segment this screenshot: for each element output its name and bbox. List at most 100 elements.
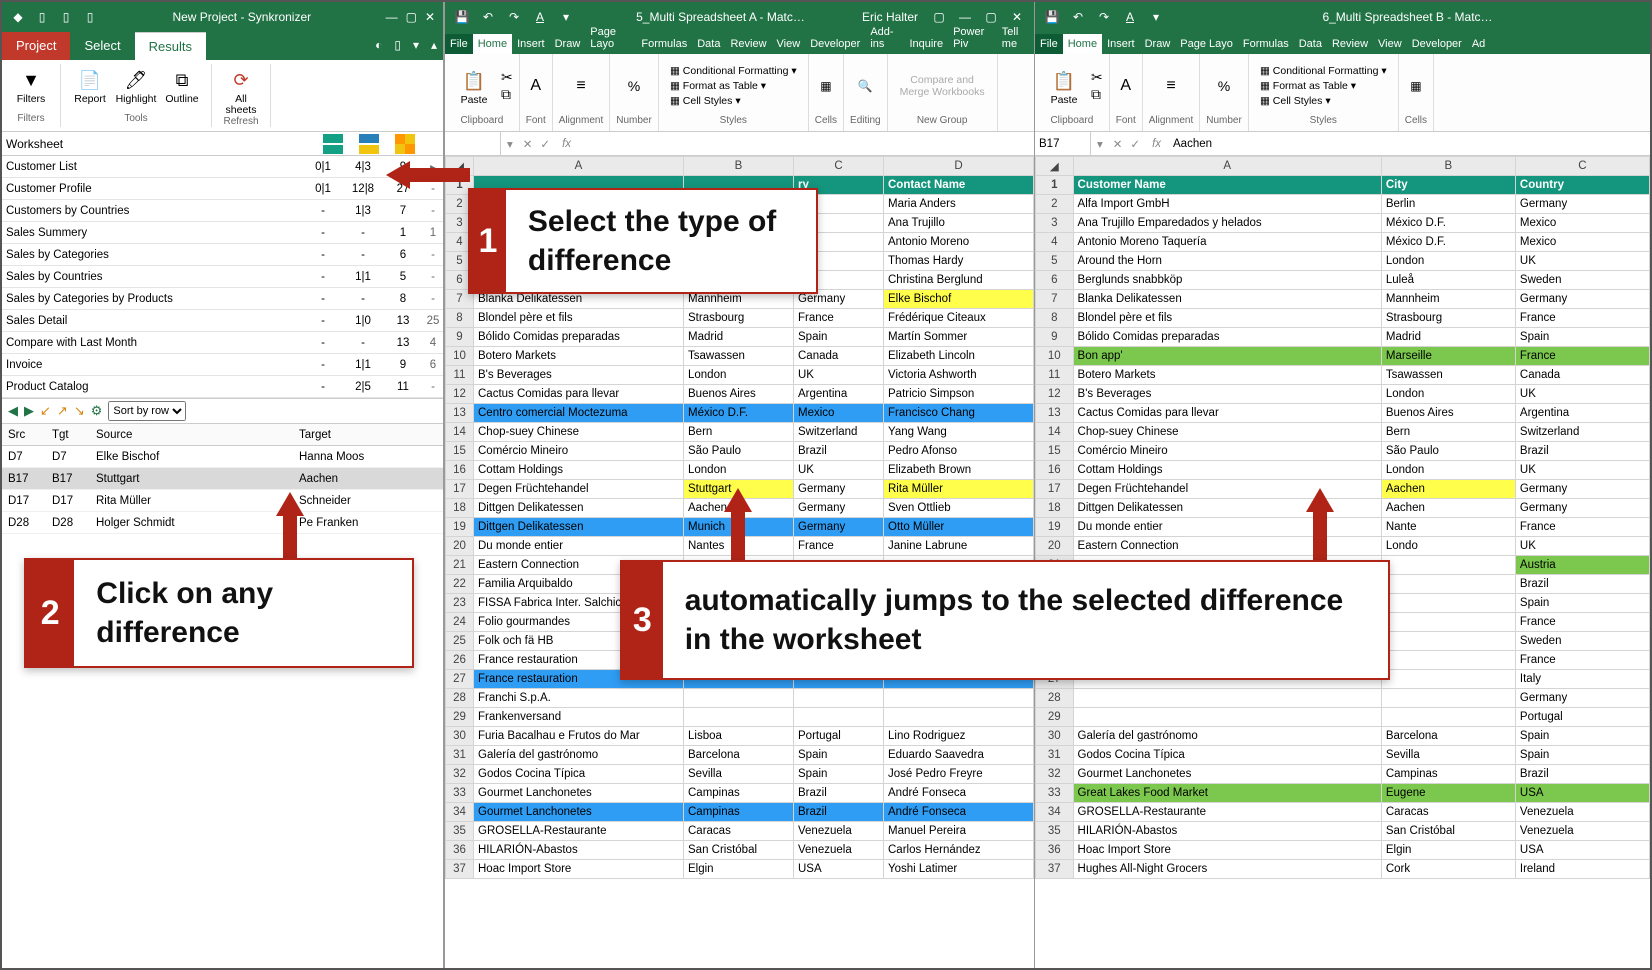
worksheet-list[interactable]: Customer List0|14|39▸Customer Profile0|1…: [2, 156, 443, 398]
cell[interactable]: Blondel père et fils: [1073, 309, 1381, 328]
worksheet-row[interactable]: Invoice-1|196: [2, 354, 443, 376]
cell[interactable]: Lino Rodriguez: [884, 727, 1034, 746]
cell[interactable]: Buenos Aires: [684, 385, 794, 404]
cell[interactable]: Du monde entier: [474, 537, 684, 556]
detail-row[interactable]: D7D7Elke BischofHanna Moos: [2, 446, 443, 468]
redo-icon[interactable]: ↷: [1094, 7, 1114, 27]
cell[interactable]: London: [1381, 252, 1515, 271]
cell[interactable]: Germany: [1515, 290, 1649, 309]
cell[interactable]: Venezuela: [794, 822, 884, 841]
font-icon[interactable]: A: [1120, 7, 1140, 27]
cell[interactable]: Around the Horn: [1073, 252, 1381, 271]
cell[interactable]: Spain: [794, 328, 884, 347]
cell[interactable]: Venezuela: [1515, 822, 1649, 841]
cell[interactable]: Portugal: [794, 727, 884, 746]
cell[interactable]: Franchi S.p.A.: [474, 689, 684, 708]
cell[interactable]: Thomas Hardy: [884, 252, 1034, 271]
cell[interactable]: Switzerland: [794, 423, 884, 442]
cell[interactable]: Caracas: [684, 822, 794, 841]
cell[interactable]: Elke Bischof: [884, 290, 1034, 309]
menu-draw[interactable]: Draw: [550, 34, 586, 54]
menu-formulas[interactable]: Formulas: [636, 34, 692, 54]
cell[interactable]: Buenos Aires: [1381, 404, 1515, 423]
cell[interactable]: Germany: [794, 518, 884, 537]
gear-icon[interactable]: ⚙: [91, 403, 103, 419]
cell[interactable]: [684, 708, 794, 727]
cell[interactable]: Bern: [684, 423, 794, 442]
cell[interactable]: Brazil: [794, 803, 884, 822]
cell[interactable]: Victoria Ashworth: [884, 366, 1034, 385]
cell[interactable]: Argentina: [794, 385, 884, 404]
cell[interactable]: UK: [1515, 385, 1649, 404]
cell[interactable]: Elizabeth Lincoln: [884, 347, 1034, 366]
cell-styles[interactable]: ▦ Cell Styles ▾: [1260, 95, 1331, 107]
cond-fmt[interactable]: ▦ Conditional Formatting ▾: [670, 65, 797, 77]
cell[interactable]: UK: [1515, 537, 1649, 556]
cell[interactable]: Caracas: [1381, 803, 1515, 822]
cell[interactable]: Venezuela: [794, 841, 884, 860]
cell[interactable]: Christina Berglund: [884, 271, 1034, 290]
cell[interactable]: Comércio Mineiro: [1073, 442, 1381, 461]
detail-list[interactable]: D7D7Elke BischofHanna MoosB17B17Stuttgar…: [2, 446, 443, 534]
cell[interactable]: Martín Sommer: [884, 328, 1034, 347]
nav-icon[interactable]: ↘: [74, 403, 85, 419]
menu-insert[interactable]: Insert: [1102, 34, 1140, 54]
cell[interactable]: Ireland: [1515, 860, 1649, 879]
cell[interactable]: Botero Markets: [1073, 366, 1381, 385]
menu-data[interactable]: Data: [1294, 34, 1327, 54]
cell[interactable]: Germany: [1515, 499, 1649, 518]
menu-inquire[interactable]: Inquire: [904, 34, 948, 54]
cell[interactable]: Hoac Import Store: [474, 860, 684, 879]
cell[interactable]: Brazil: [1515, 575, 1649, 594]
menu-tellme[interactable]: Tell me: [997, 22, 1034, 54]
cell[interactable]: B's Beverages: [1073, 385, 1381, 404]
cell[interactable]: Carlos Hernández: [884, 841, 1034, 860]
undo-icon[interactable]: ↶: [478, 7, 498, 27]
menu-home[interactable]: Home: [1063, 34, 1102, 54]
menu-view[interactable]: View: [1373, 34, 1407, 54]
cell[interactable]: GROSELLA-Restaurante: [1073, 803, 1381, 822]
cell[interactable]: Comércio Mineiro: [474, 442, 684, 461]
highlight-button[interactable]: 🖊Highlight: [113, 64, 159, 113]
cell[interactable]: Italy: [1515, 670, 1649, 689]
paste-button[interactable]: 📋Paste: [451, 65, 497, 106]
cell[interactable]: [1073, 708, 1381, 727]
select-all[interactable]: ◢: [1036, 157, 1074, 176]
nav-icon[interactable]: ↗: [57, 403, 68, 419]
save-icon[interactable]: 💾: [452, 7, 472, 27]
cell[interactable]: [1381, 651, 1515, 670]
cell[interactable]: Eduardo Saavedra: [884, 746, 1034, 765]
cell[interactable]: Lisboa: [684, 727, 794, 746]
paste-button[interactable]: 📋Paste: [1041, 65, 1087, 106]
cell[interactable]: Cottam Holdings: [474, 461, 684, 480]
cell[interactable]: Galería del gastrónomo: [1073, 727, 1381, 746]
cell[interactable]: Dittgen Delikatessen: [474, 518, 684, 537]
cell[interactable]: José Pedro Freyre: [884, 765, 1034, 784]
cell[interactable]: Spain: [1515, 746, 1649, 765]
cell[interactable]: Tsawassen: [684, 347, 794, 366]
cell[interactable]: Cottam Holdings: [1073, 461, 1381, 480]
cell[interactable]: Godos Cocina Típica: [1073, 746, 1381, 765]
cell[interactable]: Venezuela: [1515, 803, 1649, 822]
menu-add-ins[interactable]: Add-ins: [865, 22, 904, 54]
cell[interactable]: Aachen: [1381, 480, 1515, 499]
cell[interactable]: [1381, 613, 1515, 632]
cell[interactable]: UK: [794, 461, 884, 480]
cell[interactable]: Campinas: [684, 803, 794, 822]
cell[interactable]: [884, 708, 1034, 727]
cell[interactable]: Sevilla: [1381, 746, 1515, 765]
worksheet-row[interactable]: Sales Summery--11: [2, 222, 443, 244]
namebox-b[interactable]: B17: [1035, 132, 1091, 155]
menu-pagelayo[interactable]: Page Layo: [1175, 34, 1238, 54]
cell[interactable]: Manuel Pereira: [884, 822, 1034, 841]
cell[interactable]: San Cristóbal: [1381, 822, 1515, 841]
cell-styles[interactable]: ▦ Cell Styles ▾: [670, 95, 741, 107]
menu-data[interactable]: Data: [692, 34, 725, 54]
cell[interactable]: Sven Ottlieb: [884, 499, 1034, 518]
cell[interactable]: Luleå: [1381, 271, 1515, 290]
cell[interactable]: Elgin: [1381, 841, 1515, 860]
worksheet-row[interactable]: Customers by Countries-1|37-: [2, 200, 443, 222]
window-icon[interactable]: ▢: [929, 7, 949, 27]
cell[interactable]: Germany: [1515, 195, 1649, 214]
cell[interactable]: Dittgen Delikatessen: [474, 499, 684, 518]
